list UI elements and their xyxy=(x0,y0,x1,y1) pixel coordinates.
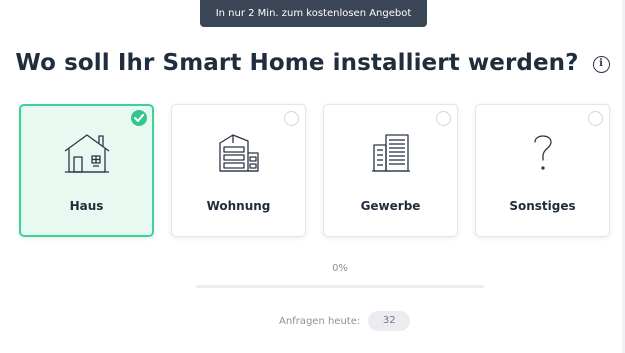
page-title: Wo soll Ihr Smart Home installiert werde… xyxy=(15,50,579,76)
option-card-wohnung[interactable]: Wohnung xyxy=(171,104,306,237)
office-building-icon xyxy=(324,129,457,175)
option-label: Wohnung xyxy=(206,199,271,213)
option-label: Haus xyxy=(69,199,104,213)
option-card-sonstiges[interactable]: Sonstiges xyxy=(475,104,610,237)
info-icon[interactable]: i xyxy=(592,55,610,73)
radio-circle xyxy=(284,111,299,126)
requests-today: Anfragen heute: 32 xyxy=(279,311,411,331)
option-label: Sonstiges xyxy=(509,199,576,213)
option-card-haus[interactable]: Haus xyxy=(19,104,154,237)
progress-percent: 0% xyxy=(332,263,348,274)
requests-count-badge: 32 xyxy=(368,311,411,331)
question-header: Wo soll Ihr Smart Home installiert werde… xyxy=(0,50,625,76)
question-mark-icon xyxy=(476,129,609,175)
progress-bar xyxy=(196,285,484,288)
requests-label: Anfragen heute: xyxy=(279,315,361,327)
option-card-gewerbe[interactable]: Gewerbe xyxy=(323,104,458,237)
house-icon xyxy=(21,130,152,176)
promo-banner: In nur 2 Min. zum kostenlosen Angebot xyxy=(200,0,427,27)
option-label: Gewerbe xyxy=(360,199,421,213)
apartment-building-icon xyxy=(172,129,305,175)
selected-check-icon xyxy=(131,110,147,126)
radio-circle xyxy=(436,111,451,126)
radio-circle xyxy=(588,111,603,126)
option-cards: Haus Wohnung Gewerbe Sonstiges xyxy=(19,104,610,237)
